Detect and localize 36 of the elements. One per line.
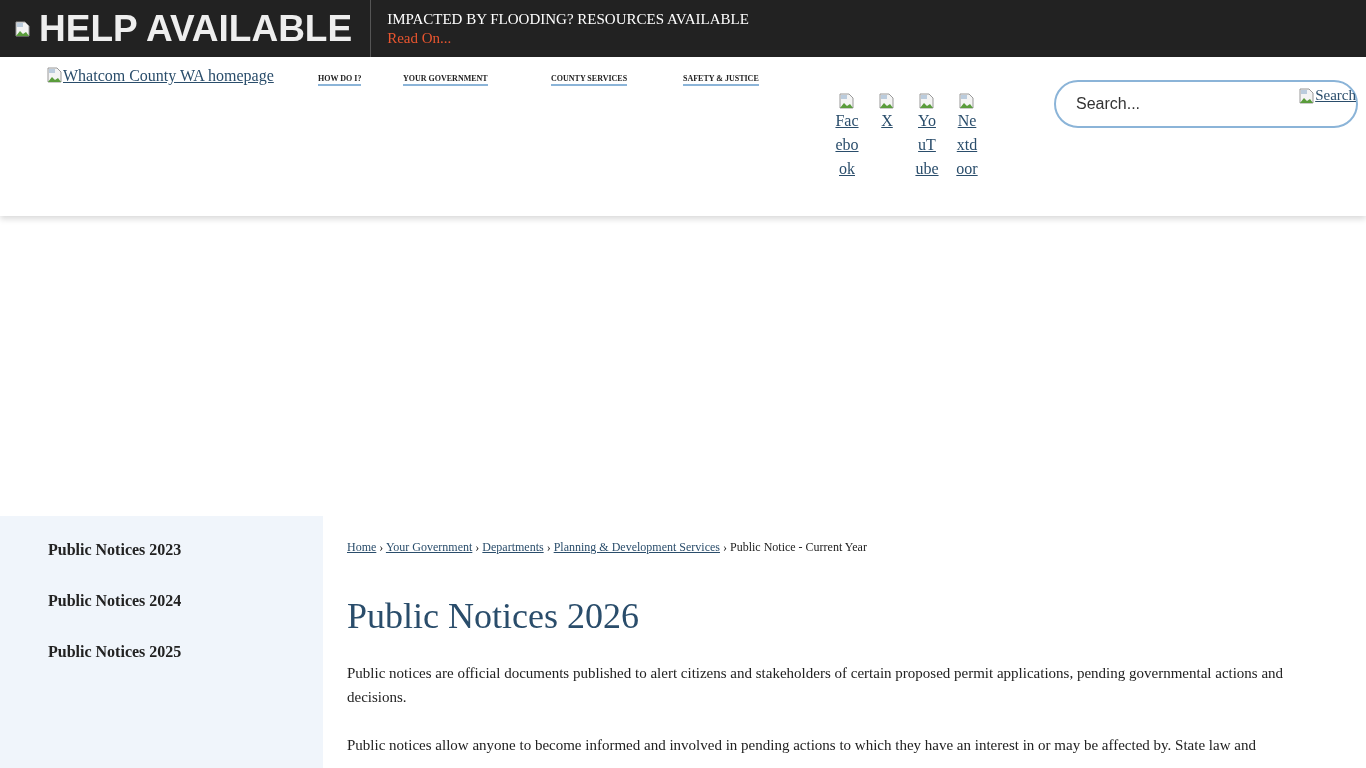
breadcrumb-link[interactable]: Departments [482,540,544,554]
paragraph: Public notices are official documents published to alert citizens and stakeholders of certain proposed permit applications, pending governmental actions and decisions. [347,664,1285,707]
broken-image-icon [1299,87,1316,104]
nav-link[interactable]: HOW DO I? [318,74,362,86]
breadcrumb-separator: › [378,540,385,554]
broken-image-icon [839,93,855,109]
broken-image-icon [879,93,895,109]
breadcrumb-separator: › [721,540,728,554]
breadcrumb-current: Public Notice - Current Year [729,540,867,554]
breadcrumb-link[interactable]: Planning & Development Services [553,540,720,554]
broken-image-icon [15,20,31,37]
sidebar-link[interactable]: Public Notices 2023 [48,540,323,559]
sidebar-link[interactable]: Public Notices 2025 [48,642,323,661]
search-link[interactable]: Search [1315,87,1356,104]
breadcrumb-separator: › [545,540,552,554]
social-link[interactable]: Facebook [835,109,859,181]
page-title: Public Notices 2026 [347,595,640,637]
breadcrumb-separator: › [474,540,481,554]
broken-image-icon [959,93,975,109]
social-link[interactable]: YouTube [915,109,939,181]
social-link[interactable]: Nextdoor [955,109,979,181]
read-on-link[interactable]: Read On... [387,29,749,47]
paragraph: Public notices allow anyone to become informed and involved in pending actions to which they have an interest in or may be affected by. State law and [347,736,1257,755]
social-link[interactable]: X [875,109,899,133]
alert-heading: HELP AVAILABLE [39,7,353,50]
breadcrumb-link[interactable]: Home [347,540,377,554]
breadcrumb-link[interactable]: Your Government [385,540,473,554]
nav-link[interactable]: SAFETY & JUSTICE [683,74,759,86]
broken-image-icon [919,93,935,109]
nav-link[interactable]: YOUR GOVERNMENT [403,74,488,86]
alert-title: IMPACTED BY FLOODING? RESOURCES AVAILABLE [387,10,749,28]
search-field[interactable]: Search... Search [1054,80,1358,128]
broken-image-icon [47,67,63,83]
nav-link[interactable]: COUNTY SERVICES [551,74,628,86]
logo-link[interactable]: Whatcom County WA homepage [63,67,274,85]
sidebar-link[interactable]: Public Notices 2024 [48,591,323,610]
